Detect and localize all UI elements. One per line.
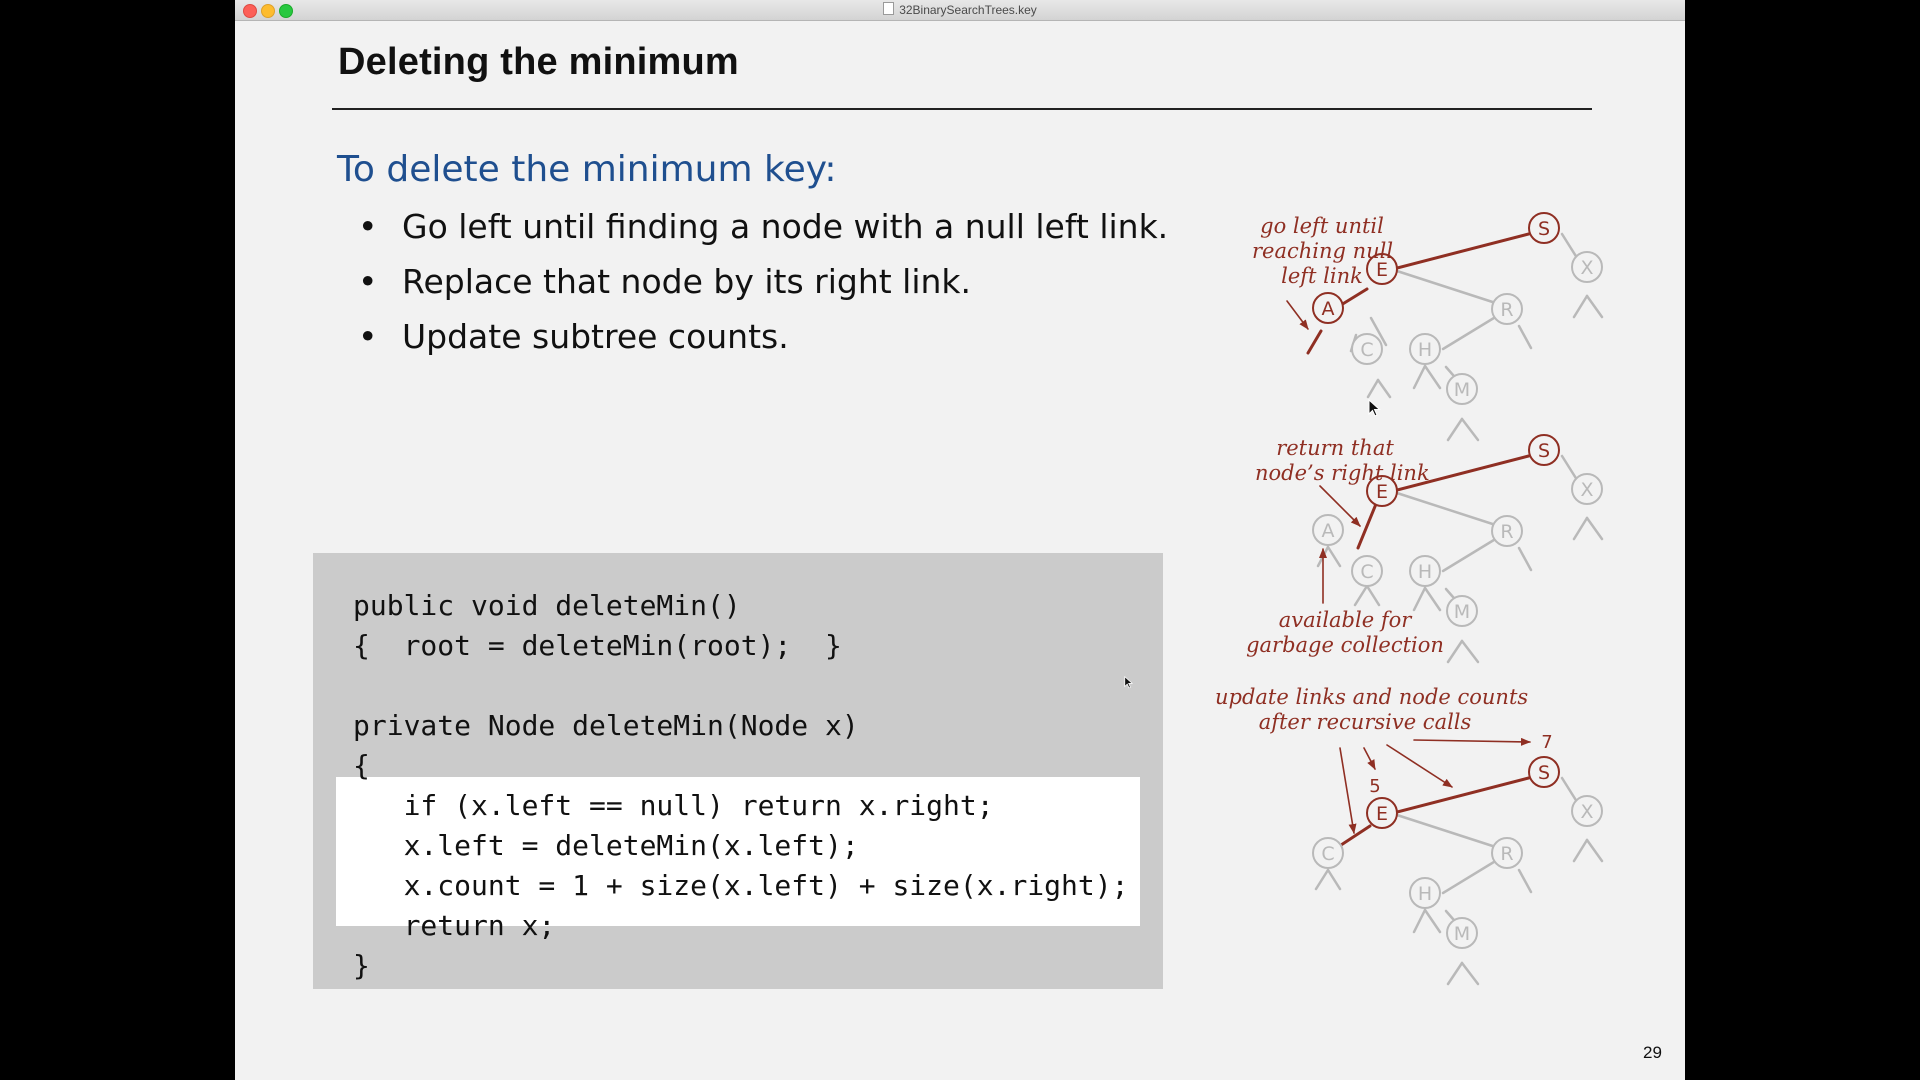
node-label-h: H bbox=[1418, 883, 1432, 905]
node-label-s: S bbox=[1538, 218, 1550, 240]
node-label-a: A bbox=[1322, 520, 1335, 542]
window-title: 32BinarySearchTrees.key bbox=[235, 2, 1685, 17]
document-icon bbox=[883, 2, 895, 15]
node-label-c: C bbox=[1321, 843, 1334, 865]
annotation-update-counts: update links and node counts after recur… bbox=[1215, 685, 1529, 735]
e-count-label: 5 bbox=[1369, 776, 1380, 797]
annotation-return-right-link: return that node’s right link bbox=[1255, 436, 1430, 486]
node-label-a: A bbox=[1322, 298, 1335, 320]
annotation-line: node’s right link bbox=[1255, 461, 1430, 485]
node-label-c: C bbox=[1360, 561, 1373, 583]
keynote-window: 32BinarySearchTrees.key Deleting the min… bbox=[235, 0, 1685, 1080]
node-label-s: S bbox=[1538, 762, 1550, 784]
node-label-r: R bbox=[1500, 843, 1513, 865]
annotation-line: available for bbox=[1278, 608, 1412, 632]
slide: Deleting the minimum To delete the minim… bbox=[240, 21, 1680, 1080]
annotation-line: left link bbox=[1281, 264, 1363, 288]
node-label-m: M bbox=[1454, 923, 1470, 945]
node-label-r: R bbox=[1500, 521, 1513, 543]
node-label-x: X bbox=[1580, 257, 1593, 279]
node-label-c: C bbox=[1360, 339, 1373, 361]
node-label-e: E bbox=[1376, 803, 1388, 825]
tree-3: S X E R C H M 5 7 bbox=[1312, 732, 1604, 986]
annotation-line: go left until bbox=[1260, 214, 1384, 238]
annotation-garbage-collection: available for garbage collection bbox=[1245, 608, 1445, 658]
title-bar: 32BinarySearchTrees.key bbox=[235, 0, 1685, 21]
node-label-h: H bbox=[1418, 561, 1432, 583]
bst-diagrams: S X E R A C H M S X E R A C H M S X E R … bbox=[1286, 212, 1604, 986]
s-count-label: 7 bbox=[1541, 732, 1552, 753]
node-label-m: M bbox=[1454, 379, 1470, 401]
node-label-r: R bbox=[1500, 299, 1513, 321]
node-label-x: X bbox=[1580, 479, 1593, 501]
node-label-h: H bbox=[1418, 339, 1432, 361]
annotation-line: reaching null bbox=[1252, 239, 1394, 263]
annotation-line: update links and node counts bbox=[1215, 685, 1529, 709]
page-number: 29 bbox=[1643, 1043, 1662, 1062]
annotation-line: return that bbox=[1276, 436, 1394, 460]
annotation-line: garbage collection bbox=[1246, 633, 1444, 657]
annotation-go-left: go left until reaching null left link bbox=[1252, 214, 1394, 289]
annotation-line: after recursive calls bbox=[1258, 710, 1472, 734]
mouse-cursor-icon bbox=[1124, 676, 1134, 689]
window-title-text: 32BinarySearchTrees.key bbox=[899, 3, 1037, 17]
node-label-s: S bbox=[1538, 440, 1550, 462]
mouse-cursor-icon bbox=[1368, 399, 1381, 417]
node-label-m: M bbox=[1454, 601, 1470, 623]
node-label-x: X bbox=[1580, 801, 1593, 823]
